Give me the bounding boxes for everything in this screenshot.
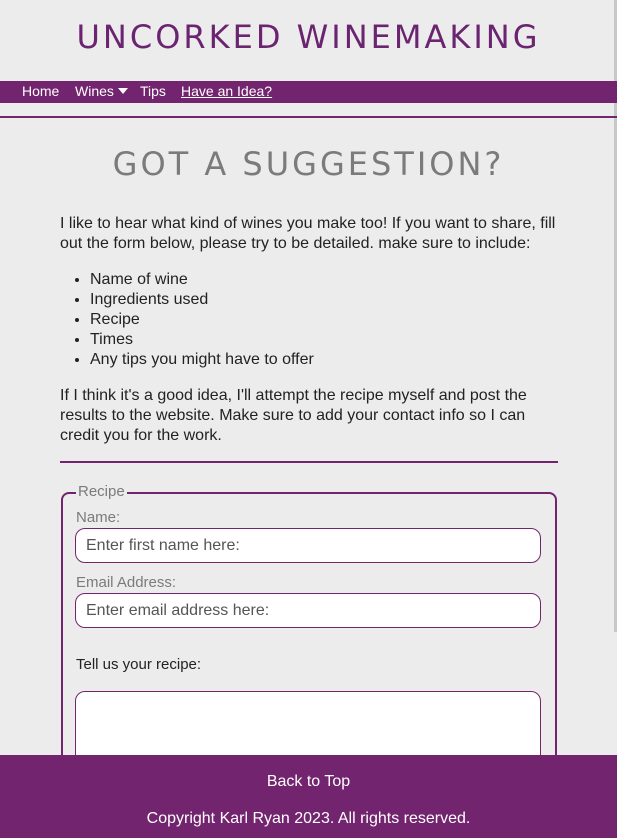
nav-wines-label: Wines — [75, 83, 114, 99]
email-label: Email Address: — [76, 574, 177, 591]
name-field[interactable] — [75, 528, 541, 563]
header-divider — [0, 116, 617, 118]
footer: Back to Top Copyright Karl Ryan 2023. Al… — [0, 755, 617, 838]
nav-tips[interactable]: Tips — [140, 83, 166, 99]
list-item: Ingredients used — [90, 290, 314, 310]
name-label: Name: — [76, 509, 121, 526]
nav-wines[interactable]: Wines — [75, 83, 128, 99]
page-title: GOT A SUGGESTION? — [112, 145, 505, 183]
fieldset-legend: Recipe — [76, 483, 127, 500]
list-item: Recipe — [90, 310, 314, 330]
requirements-list: Name of wine Ingredients used Recipe Tim… — [60, 270, 314, 370]
nav-home[interactable]: Home — [22, 83, 59, 99]
nav-have-an-idea[interactable]: Have an Idea? — [181, 83, 272, 99]
intro-text: I like to hear what kind of wines you ma… — [60, 215, 556, 252]
back-to-top-link[interactable]: Back to Top — [0, 773, 617, 791]
copyright-text: Copyright Karl Ryan 2023. All rights res… — [146, 810, 471, 827]
caret-down-icon — [117, 88, 128, 94]
email-field[interactable] — [75, 593, 541, 628]
list-item: Any tips you might have to offer — [90, 350, 314, 370]
outro-text: If I think it's a good idea, I'll attemp… — [60, 387, 527, 444]
list-item: Name of wine — [90, 270, 314, 290]
site-title: UNCORKED WINEMAKING — [76, 18, 541, 56]
list-item: Times — [90, 330, 314, 350]
content-divider — [60, 461, 558, 463]
recipe-label: Tell us your recipe: — [76, 656, 202, 673]
main-nav: Home Wines Tips Have an Idea? — [0, 81, 617, 103]
